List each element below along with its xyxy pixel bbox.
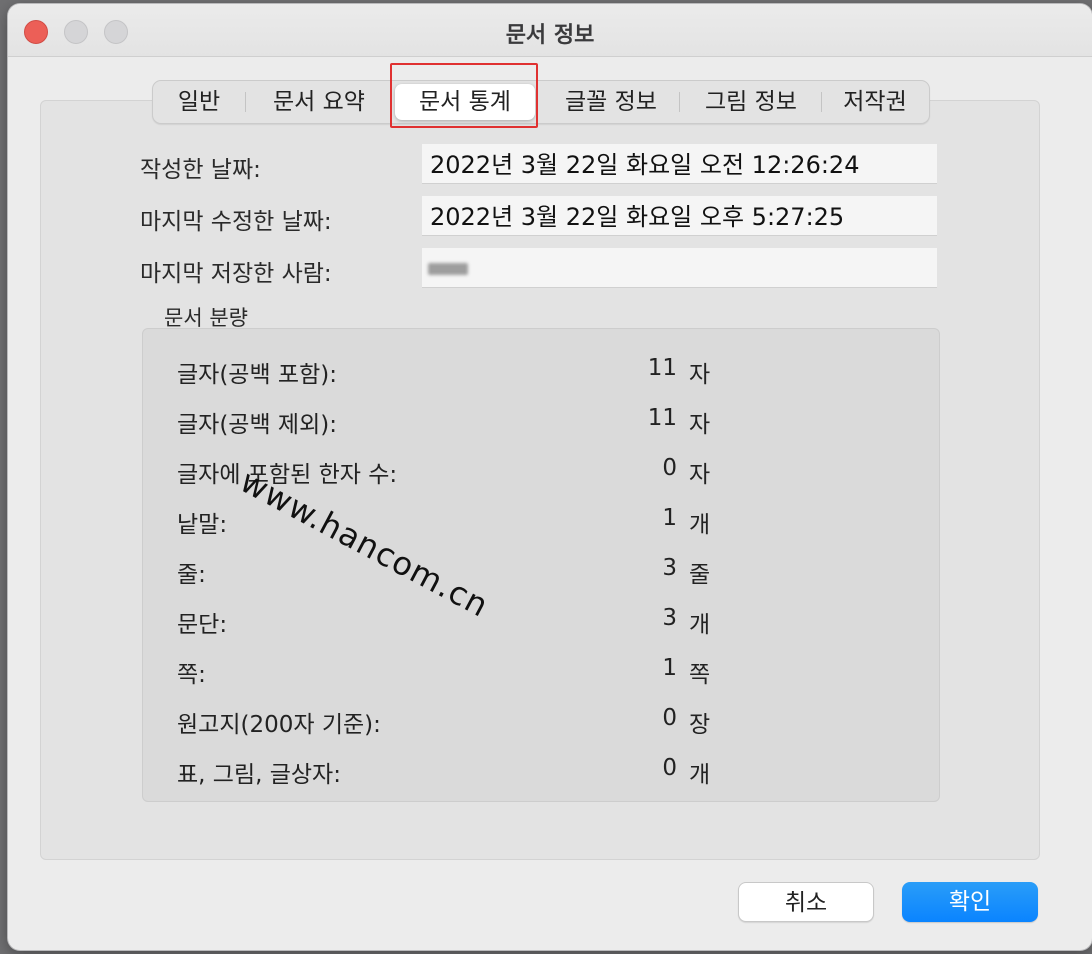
stat-label: 글자(공백 포함): [177, 362, 337, 388]
tab-separator [679, 92, 680, 112]
stat-row: 쪽: 1 쪽 [143, 655, 939, 688]
tab-separator [245, 92, 246, 112]
tab-summary[interactable]: 문서 요약 [249, 81, 389, 123]
highlight-annotation [390, 63, 538, 128]
stat-row: 줄: 3 줄 [143, 555, 939, 588]
tab-font-info[interactable]: 글꼴 정보 [541, 81, 681, 123]
stat-unit: 자 [689, 362, 711, 388]
stat-label: 줄: [177, 562, 206, 588]
stat-label: 글자(공백 제외): [177, 412, 337, 438]
stat-unit: 개 [689, 612, 711, 638]
created-date-value: 2022년 3월 22일 화요일 오전 12:26:24 [422, 144, 937, 184]
stat-row: 표, 그림, 글상자: 0 개 [143, 755, 939, 788]
modified-date-label: 마지막 수정한 날짜: [140, 209, 332, 235]
stat-unit: 자 [689, 462, 711, 488]
stat-unit: 자 [689, 412, 711, 438]
stat-label: 문단: [177, 612, 228, 638]
stat-value: 3 [662, 555, 677, 581]
stat-value: 11 [647, 405, 677, 431]
stat-label: 원고지(200자 기준): [177, 712, 381, 738]
stat-unit: 줄 [689, 562, 711, 588]
cancel-button[interactable]: 취소 [738, 882, 874, 922]
stat-row: 글자(공백 제외): 11 자 [143, 405, 939, 438]
stat-unit: 쪽 [689, 662, 711, 688]
stat-row: 원고지(200자 기준): 0 장 [143, 705, 939, 738]
ok-button[interactable]: 확인 [902, 882, 1038, 922]
stat-label: 낱말: [177, 512, 228, 538]
tab-bar: 일반 문서 요약 문서 통계 글꼴 정보 그림 정보 저작권 [152, 80, 930, 124]
stat-row: 글자(공백 포함): 11 자 [143, 355, 939, 388]
stat-value: 3 [662, 605, 677, 631]
redacted-name [428, 263, 468, 275]
created-date-label: 작성한 날짜: [140, 157, 261, 183]
saved-by-value [422, 248, 937, 288]
stat-row: 문단: 3 개 [143, 605, 939, 638]
tab-separator [821, 92, 822, 112]
stat-value: 11 [647, 355, 677, 381]
tab-general[interactable]: 일반 [157, 81, 241, 123]
stat-label: 쪽: [177, 662, 206, 688]
stat-value: 0 [662, 455, 677, 481]
stat-value: 0 [662, 705, 677, 731]
stat-value: 0 [662, 755, 677, 781]
stat-unit: 개 [689, 512, 711, 538]
window-title: 문서 정보 [505, 23, 595, 48]
tab-picture-info[interactable]: 그림 정보 [683, 81, 819, 123]
tab-copyright[interactable]: 저작권 [825, 81, 925, 123]
modified-date-value: 2022년 3월 22일 화요일 오후 5:27:25 [422, 196, 937, 236]
saved-by-label: 마지막 저장한 사람: [140, 261, 332, 287]
stat-value: 1 [662, 655, 677, 681]
stat-unit: 장 [689, 712, 711, 738]
stat-label: 표, 그림, 글상자: [177, 762, 341, 788]
stat-value: 1 [662, 505, 677, 531]
stat-unit: 개 [689, 762, 711, 788]
document-statistics-box: 글자(공백 포함): 11 자 글자(공백 제외): 11 자 글자에 포함된 … [142, 328, 940, 802]
title-bar: 문서 정보 [8, 4, 1092, 57]
